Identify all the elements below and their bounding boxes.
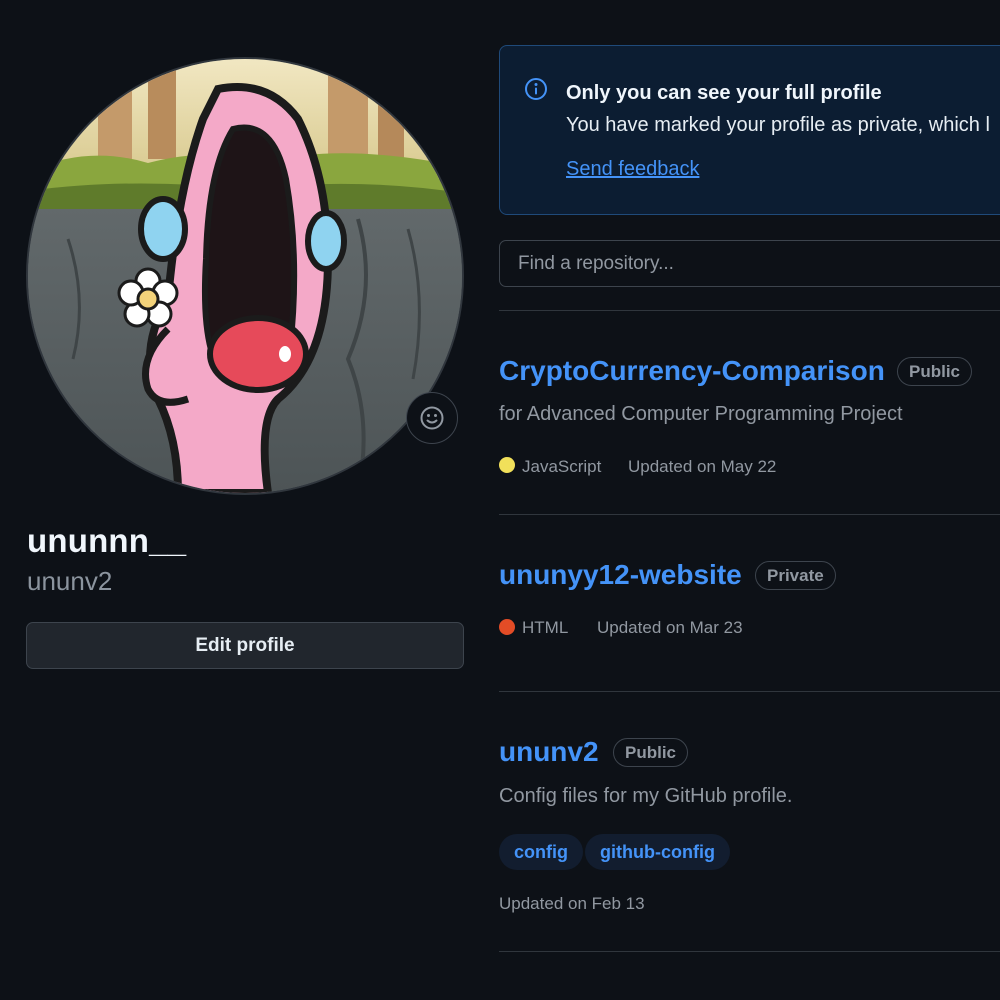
language-color-dot [499, 619, 515, 635]
repo-updated: Updated on Feb 13 [499, 894, 645, 913]
visibility-badge: Public [897, 357, 973, 386]
notice-title: Only you can see your full profile [566, 82, 882, 104]
list-divider [499, 514, 1000, 515]
edit-profile-button[interactable]: Edit profile [26, 622, 464, 669]
avatar-container [26, 57, 464, 495]
topic-tag-github-config[interactable]: github-config [585, 834, 730, 870]
profile-username: ununv2 [27, 566, 113, 596]
send-feedback-link[interactable]: Send feedback [566, 158, 699, 181]
visibility-badge: Public [613, 738, 689, 767]
profile-display-name: ununnn__ [27, 522, 187, 559]
private-profile-notice: Only you can see your full profile You h… [499, 45, 1000, 215]
repo-name-link[interactable]: ununv2 [499, 736, 599, 768]
repo-language: JavaScript [522, 457, 602, 476]
set-status-button[interactable] [406, 392, 458, 444]
repo-name-link[interactable]: CryptoCurrency-Comparison [499, 355, 885, 387]
find-repository-input[interactable] [499, 240, 1000, 287]
profile-page: ununnn__ ununv2 Edit profile Only you ca… [0, 0, 1000, 1000]
avatar-illustration [28, 59, 462, 493]
list-divider [499, 951, 1000, 952]
visibility-badge: Private [755, 561, 836, 590]
list-divider [499, 691, 1000, 692]
repo-language: HTML [522, 618, 569, 637]
info-icon [525, 78, 547, 100]
repo-updated: Updated on May 22 [628, 457, 777, 476]
language-color-dot [499, 457, 515, 473]
repo-updated: Updated on Mar 23 [597, 618, 743, 637]
notice-body: You have marked your profile as private,… [566, 114, 990, 136]
repo-description: for Advanced Computer Programming Projec… [499, 403, 903, 425]
repo-name-link[interactable]: ununyy12-website [499, 559, 742, 591]
topic-tag-config[interactable]: config [499, 834, 583, 870]
avatar[interactable] [26, 57, 464, 495]
smiley-icon [420, 406, 444, 430]
list-divider [499, 310, 1000, 311]
repo-description: Config files for my GitHub profile. [499, 785, 793, 807]
